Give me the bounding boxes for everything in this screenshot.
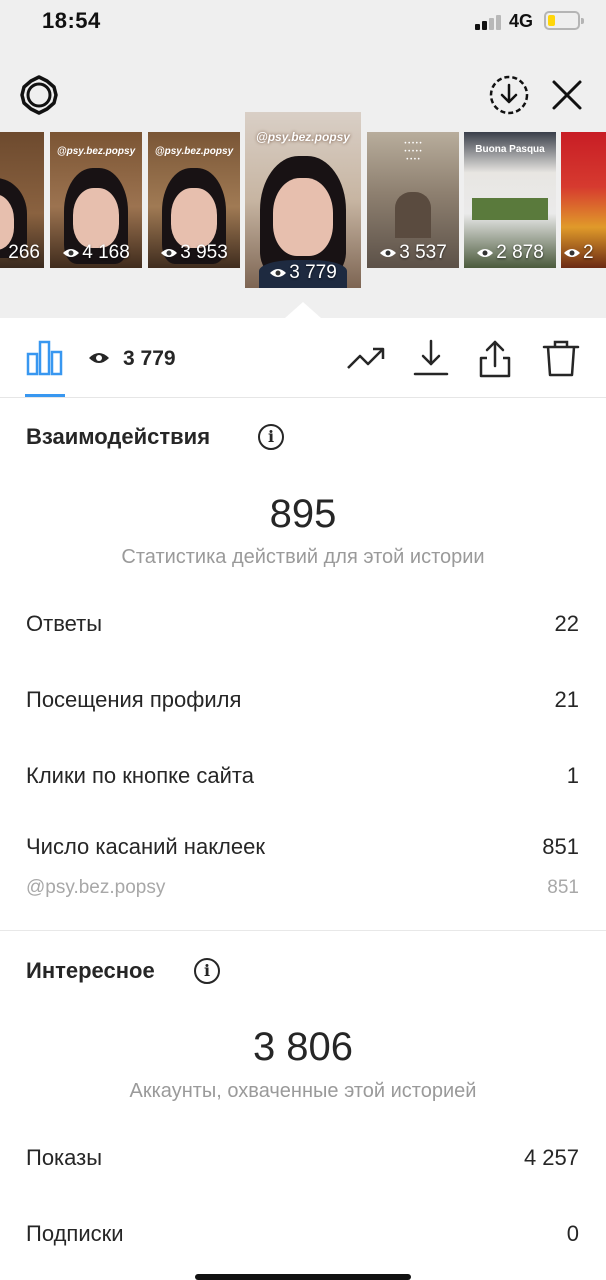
section-divider — [0, 930, 606, 931]
story-carousel[interactable]: 266 @psy.bez.popsy 4 168 @psy.bez.popsy … — [0, 112, 606, 292]
eye-icon — [564, 248, 580, 257]
story-overlay-text: @psy.bez.popsy — [256, 130, 350, 144]
download-circle-icon[interactable] — [488, 74, 530, 116]
story-overlay-text: @psy.bez.popsy — [154, 146, 234, 157]
views-count: 3 779 — [123, 347, 176, 370]
story-views: 3 953 — [180, 242, 228, 263]
interactions-caption: Статистика действий для этой истории — [121, 546, 485, 568]
story-thumbnail-active[interactable]: @psy.bez.popsy 3 779 — [245, 112, 361, 288]
eye-icon — [161, 248, 178, 257]
share-icon[interactable] — [475, 338, 515, 378]
network-type: 4G — [509, 11, 534, 31]
signal-icon — [475, 14, 503, 30]
story-thumbnail[interactable]: Buona Pasqua 2 878 — [464, 132, 556, 268]
story-views: 266 — [8, 242, 40, 263]
story-views: 2 — [583, 242, 594, 263]
gear-icon[interactable] — [19, 75, 59, 115]
interactions-total: 895 — [269, 492, 337, 536]
selection-pointer — [285, 302, 321, 318]
metric-value: 22 — [554, 611, 579, 636]
story-views: 2 878 — [496, 242, 544, 263]
eye-icon — [89, 353, 109, 363]
story-views: 3 779 — [289, 262, 337, 283]
metric-label: Посещения профиля — [26, 687, 242, 712]
battery-icon — [544, 11, 584, 30]
status-bar: 18:54 4G — [0, 0, 606, 44]
story-views: 4 168 — [82, 242, 130, 263]
story-archive-header: 18:54 4G 266 @psy.bez.popsy 4 168 @psy.b… — [0, 0, 606, 318]
metric-label: Число касаний наклеек — [26, 834, 265, 859]
story-overlay-text: @psy.bez.popsy — [56, 146, 136, 157]
eye-icon — [477, 248, 494, 257]
insights-tab-indicator — [25, 394, 65, 397]
trend-up-icon[interactable] — [346, 338, 386, 378]
story-views: 3 537 — [399, 242, 447, 263]
metric-value: 21 — [554, 687, 579, 712]
story-thumbnail[interactable]: 266 — [0, 132, 44, 268]
close-icon[interactable] — [548, 76, 586, 114]
story-thumbnail[interactable]: • • • • • • • • • • • • • • 3 537 — [367, 132, 459, 268]
metric-value: 1 — [566, 763, 579, 788]
reach-total: 3 806 — [252, 1025, 354, 1069]
section-title: Интересное — [26, 958, 155, 983]
metric-label: Ответы — [26, 611, 103, 636]
story-thumbnail[interactable]: @psy.bez.popsy 3 953 — [148, 132, 240, 268]
metric-label: Показы — [26, 1145, 103, 1170]
story-overlay-text: Buona Pasqua — [475, 144, 545, 155]
download-icon[interactable] — [411, 338, 451, 378]
sticker-label: @psy.bez.popsy — [26, 877, 166, 898]
story-toolbar: 3 779 — [0, 318, 606, 398]
home-indicator[interactable] — [195, 1274, 411, 1280]
story-thumbnail[interactable]: 2 — [561, 132, 606, 268]
metric-label: Клики по кнопке сайта — [26, 763, 254, 788]
metric-value: 0 — [566, 1221, 579, 1246]
status-time: 18:54 — [42, 8, 101, 33]
reach-caption: Аккаунты, охваченные этой историей — [129, 1080, 477, 1102]
bar-chart-icon[interactable] — [26, 340, 64, 376]
sticker-value: 851 — [547, 877, 579, 898]
eye-icon — [270, 268, 287, 277]
metric-value: 851 — [542, 834, 579, 859]
metric-label: Подписки — [26, 1221, 124, 1246]
story-thumbnail[interactable]: @psy.bez.popsy 4 168 — [50, 132, 142, 268]
info-icon[interactable]: i — [194, 958, 220, 984]
eye-icon — [380, 248, 397, 257]
metric-value: 4 257 — [523, 1145, 579, 1170]
section-title: Взаимодействия — [26, 424, 211, 449]
info-icon[interactable]: i — [258, 424, 284, 450]
eye-icon — [63, 248, 80, 257]
trash-icon[interactable] — [541, 338, 581, 378]
